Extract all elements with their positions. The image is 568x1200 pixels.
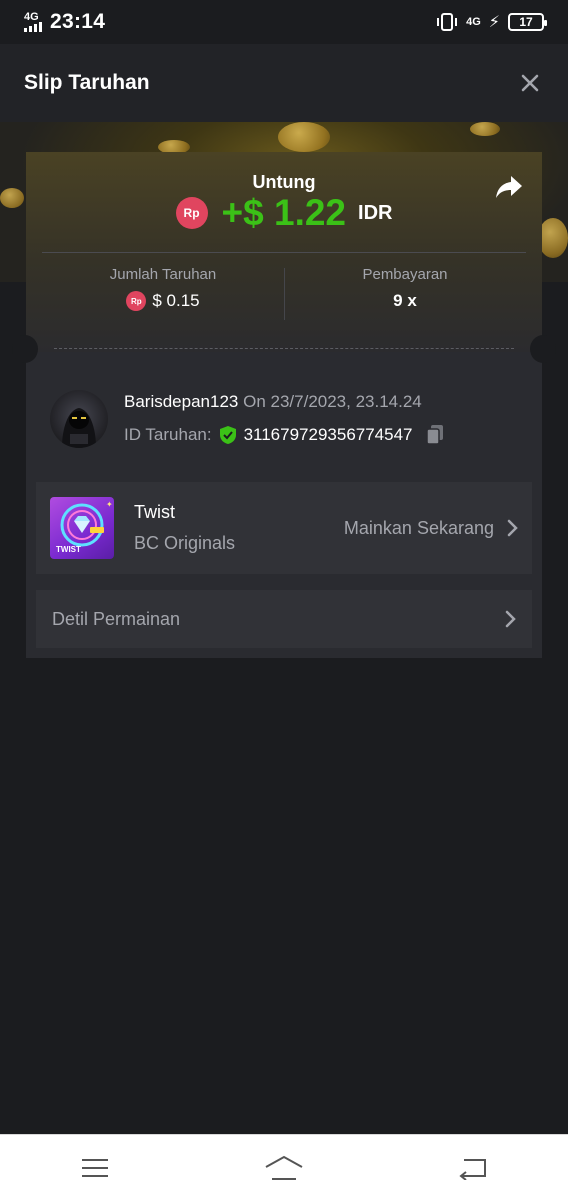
bet-date: On 23/7/2023, 23.14.24 (243, 392, 422, 411)
bet-amount-value: $ 0.15 (152, 291, 200, 310)
profit-row: Rp +$ 1.22 IDR (26, 192, 542, 234)
play-now-label: Mainkan Sekarang (343, 517, 494, 538)
game-thumb-label: TWIST (56, 545, 81, 554)
bet-amount-label: Jumlah Taruhan (109, 266, 217, 283)
profit-value: +$ 1.22 (221, 192, 347, 233)
payout-value: 9 x (393, 291, 417, 310)
coin-decoration (538, 218, 568, 258)
svg-text:✦: ✦ (106, 500, 113, 509)
verified-shield-icon (219, 426, 236, 444)
chevron-right-icon (505, 610, 516, 628)
user-row: Barisdepan123 On 23/7/2023, 23.14.24 ID … (50, 390, 445, 448)
bet-id-label: ID Taruhan: (124, 425, 212, 444)
menu-button[interactable] (65, 1148, 125, 1188)
signal-indicator: 4G (24, 12, 42, 32)
network-type-right: 4G (466, 16, 481, 28)
system-nav-bar (0, 1134, 568, 1200)
profit-currency: IDR (358, 201, 393, 224)
play-now-link[interactable]: Mainkan Sekarang (344, 518, 518, 539)
copy-icon[interactable] (425, 424, 445, 446)
back-button[interactable] (443, 1148, 503, 1188)
avatar[interactable] (50, 390, 108, 448)
close-button[interactable] (516, 69, 544, 97)
clock: 23:14 (50, 10, 106, 33)
bet-slip-card: Untung Rp +$ 1.22 IDR Jumlah Taruhan Rp … (12, 152, 556, 658)
bet-amount-stat: Jumlah Taruhan Rp $ 0.15 (42, 266, 284, 311)
bet-id: 311679729356774547 (243, 425, 413, 444)
page-title: Slip Taruhan (24, 71, 150, 94)
username[interactable]: Barisdepan123 (124, 392, 238, 411)
header: Slip Taruhan (0, 44, 568, 122)
home-button[interactable] (254, 1148, 314, 1188)
game-name: Twist (134, 502, 176, 522)
coin-decoration (278, 122, 330, 152)
battery-icon: 17 (508, 13, 547, 31)
game-thumbnail: ✦ TWIST (50, 497, 114, 559)
coin-decoration (0, 188, 24, 208)
vibrate-icon (437, 13, 458, 31)
hooded-figure-icon (62, 408, 96, 448)
battery-level: 17 (519, 15, 533, 29)
network-type: 4G (24, 11, 39, 23)
back-icon (459, 1158, 487, 1180)
currency-badge-small: Rp (126, 291, 147, 311)
game-details-row[interactable]: Detil Permainan (36, 590, 532, 648)
profit-label: Untung (252, 172, 316, 192)
game-details-label: Detil Permainan (52, 608, 181, 629)
menu-icon (81, 1158, 108, 1177)
chevron-right-icon (507, 519, 518, 537)
payout-label: Pembayaran (362, 266, 448, 283)
payout-stat: Pembayaran 9 x (284, 266, 526, 311)
ticket-notch-right (530, 335, 556, 363)
divider (42, 252, 526, 253)
home-icon (265, 1155, 303, 1180)
coin-decoration (470, 122, 500, 136)
ticket-notch-left (12, 335, 38, 363)
currency-badge: Rp (175, 197, 208, 229)
ticket-tear-line (54, 348, 514, 349)
close-icon (521, 74, 539, 92)
status-bar: 4G 23:14 4G ⚡ 17 (0, 0, 568, 44)
share-icon[interactable] (494, 174, 524, 200)
signal-icon (24, 22, 42, 32)
charging-icon: ⚡ (488, 14, 500, 31)
game-row[interactable]: ✦ TWIST Twist BC Originals Mainkan Sekar… (36, 482, 532, 574)
game-provider: BC Originals (134, 533, 236, 553)
